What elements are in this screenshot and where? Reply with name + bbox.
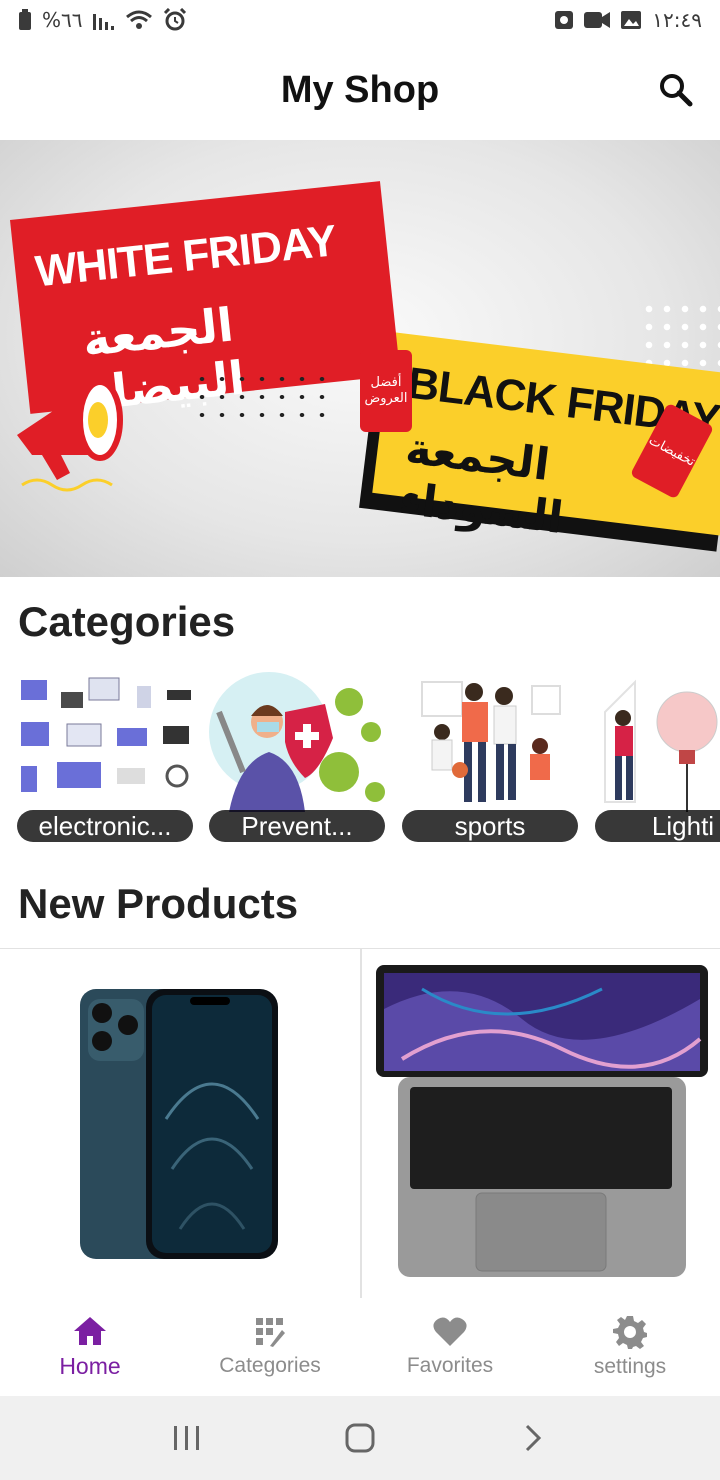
search-icon bbox=[660, 74, 693, 107]
category-card-sports[interactable]: sports bbox=[402, 672, 578, 842]
page-title: My Shop bbox=[280, 68, 440, 111]
image-icon bbox=[621, 11, 642, 29]
screen-record-icon bbox=[555, 11, 574, 29]
category-card-prevention[interactable]: Prevent... bbox=[209, 672, 385, 842]
megaphone-icon bbox=[17, 379, 123, 492]
signal-icon bbox=[92, 14, 114, 30]
battery-icon bbox=[19, 9, 31, 30]
new-products-heading: New Products bbox=[18, 880, 299, 927]
status-left: %٦٦ bbox=[18, 8, 187, 32]
video-icon bbox=[584, 12, 611, 28]
nav-favorites-label: Favorites bbox=[406, 1354, 494, 1377]
discounts-text: تخفيضات bbox=[646, 432, 698, 470]
categories-carousel[interactable]: electronic... Prevent... sports Lighti bbox=[0, 672, 720, 848]
best-offers-tag: أفضل العروض bbox=[360, 350, 412, 432]
category-image-electronics bbox=[17, 672, 193, 812]
recent-apps-icon bbox=[173, 1426, 199, 1450]
app-bar: My Shop bbox=[0, 40, 720, 140]
category-card-lighting[interactable]: Lighti bbox=[595, 672, 720, 842]
product-card-iphone[interactable] bbox=[0, 949, 360, 1299]
category-label: Prevent... bbox=[209, 810, 385, 842]
product-image-iphone bbox=[80, 989, 278, 1259]
home-icon bbox=[74, 1316, 106, 1345]
battery-percent: %٦٦ bbox=[42, 8, 83, 32]
promo-banner[interactable]: BLACK FRIDAY الجمعة السوداء WHITE FRIDAY… bbox=[0, 140, 720, 577]
wifi-icon bbox=[125, 10, 152, 29]
nav-categories[interactable]: Categories bbox=[180, 1298, 360, 1396]
category-image-sports bbox=[402, 672, 578, 812]
categories-heading: Categories bbox=[18, 598, 236, 645]
product-image-macbook bbox=[376, 965, 708, 1277]
nav-favorites[interactable]: Favorites bbox=[360, 1298, 540, 1396]
category-image-lighting bbox=[595, 672, 720, 812]
white-friday-title: WHITE FRIDAY bbox=[33, 216, 339, 297]
category-label: sports bbox=[402, 810, 578, 842]
status-right: ١٢:٤٩ bbox=[554, 8, 702, 32]
best-offers-text: أفضل العروض bbox=[364, 375, 408, 406]
bottom-navigation: Home Categories Favorites settings bbox=[0, 1298, 720, 1396]
nav-categories-label: Categories bbox=[219, 1354, 321, 1377]
alarm-icon bbox=[163, 8, 186, 31]
category-image-prevention bbox=[209, 672, 385, 812]
category-label: Lighti bbox=[595, 810, 720, 842]
nav-home[interactable]: Home bbox=[0, 1298, 180, 1396]
nav-home-label: Home bbox=[59, 1352, 121, 1379]
gear-icon bbox=[613, 1316, 647, 1349]
search-button[interactable] bbox=[656, 70, 696, 110]
nav-settings-label: settings bbox=[593, 1355, 667, 1378]
category-card-electronics[interactable]: electronic... bbox=[17, 672, 193, 842]
nav-settings[interactable]: settings bbox=[540, 1298, 720, 1396]
recent-apps-button[interactable] bbox=[157, 1408, 217, 1468]
home-system-button[interactable] bbox=[330, 1408, 390, 1468]
chevron-right-icon bbox=[526, 1424, 542, 1452]
category-label: electronic... bbox=[17, 810, 193, 842]
back-button[interactable] bbox=[503, 1408, 563, 1468]
product-card-macbook[interactable] bbox=[360, 949, 720, 1299]
status-bar: %٦٦ ١٢:٤٩ bbox=[0, 0, 720, 40]
products-grid bbox=[0, 948, 720, 1299]
system-navigation-bar bbox=[0, 1396, 720, 1480]
heart-icon bbox=[433, 1317, 467, 1346]
banner-dots bbox=[192, 370, 332, 430]
clock: ١٢:٤٩ bbox=[652, 8, 702, 32]
categories-icon bbox=[256, 1318, 285, 1347]
home-circle-icon bbox=[345, 1423, 375, 1453]
